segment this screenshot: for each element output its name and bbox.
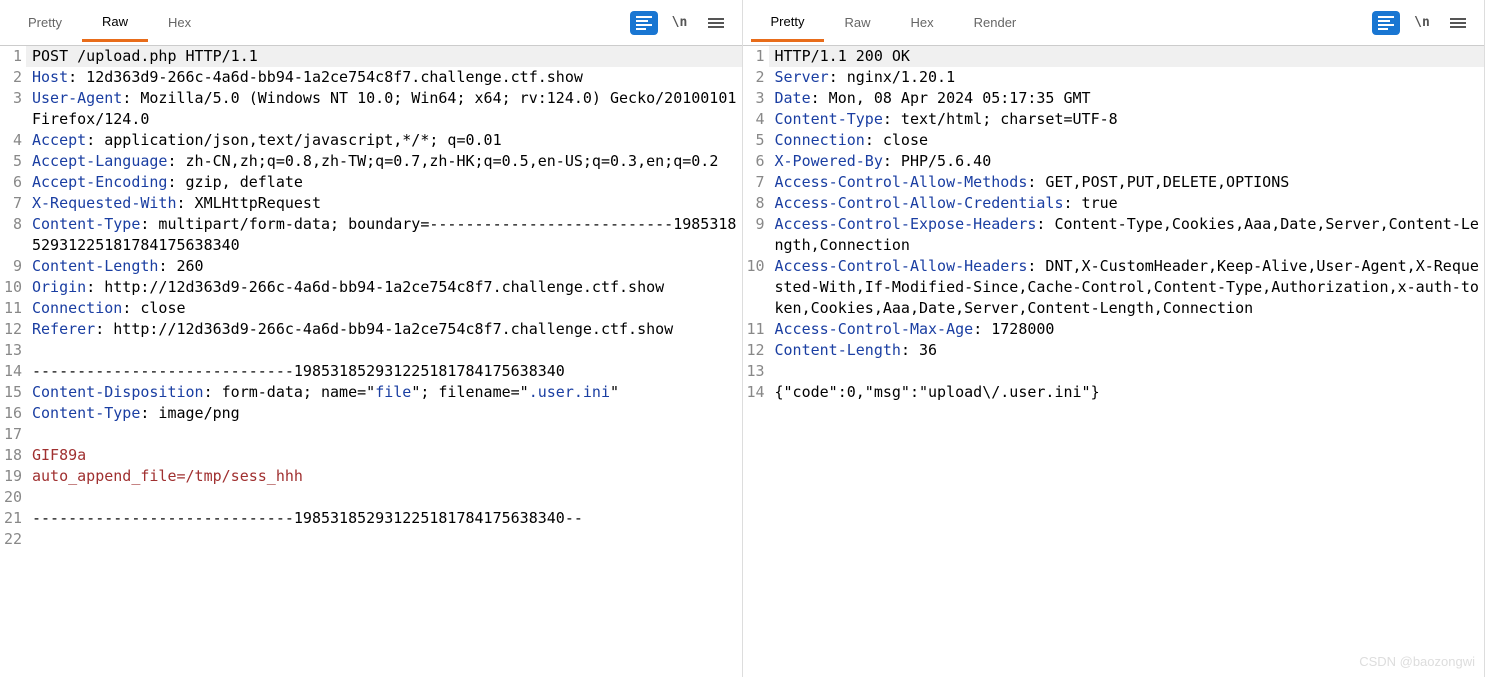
line-number: 6 [0,172,26,193]
line-number: 5 [743,130,769,151]
code-line: Content-Disposition: form-data; name="fi… [26,382,742,403]
line-number: 20 [0,487,26,508]
menu-icon[interactable] [702,11,730,35]
line-number: 19 [0,466,26,487]
tab-raw[interactable]: Raw [82,4,148,42]
code-line: Date: Mon, 08 Apr 2024 05:17:35 GMT [769,88,1485,109]
line-number: 15 [0,382,26,403]
tab-render[interactable]: Render [954,5,1037,40]
code-line: -----------------------------19853185293… [26,508,742,529]
tab-pretty[interactable]: Pretty [8,5,82,40]
line-number: 16 [0,403,26,424]
tab-raw[interactable]: Raw [824,5,890,40]
code-line: Content-Type: multipart/form-data; bound… [26,214,742,256]
response-gutter: 123456789 10 11121314 [743,46,769,677]
menu-icon[interactable] [1444,11,1472,35]
code-line: Content-Type: image/png [26,403,742,424]
code-line: User-Agent: Mozilla/5.0 (Windows NT 10.0… [26,88,742,130]
code-line: POST /upload.php HTTP/1.1 [26,46,742,67]
line-number: 2 [743,67,769,88]
response-code: 123456789 10 11121314 HTTP/1.1 200 OKSer… [743,46,1485,677]
code-line: Connection: close [769,130,1485,151]
line-number: 3 [0,88,26,109]
format-icon[interactable] [630,11,658,35]
code-line: Access-Control-Allow-Headers: DNT,X-Cust… [769,256,1485,319]
code-line: Access-Control-Max-Age: 1728000 [769,319,1485,340]
line-number: 10 [0,277,26,298]
line-number: 2 [0,67,26,88]
code-line: Origin: http://12d363d9-266c-4a6d-bb94-1… [26,277,742,298]
code-line [26,529,742,550]
line-number: 11 [0,298,26,319]
line-number: 11 [743,319,769,340]
response-lines[interactable]: HTTP/1.1 200 OKServer: nginx/1.20.1Date:… [769,46,1485,677]
line-number: 7 [0,193,26,214]
code-line: -----------------------------19853185293… [26,361,742,382]
tab-hex[interactable]: Hex [890,5,953,40]
response-tabs: PrettyRawHexRender \n [743,0,1485,46]
request-gutter: 123 45678 910111213141516171819202122 [0,46,26,677]
code-line [26,424,742,445]
line-number: 12 [0,319,26,340]
code-line: Access-Control-Expose-Headers: Content-T… [769,214,1485,256]
request-lines[interactable]: POST /upload.php HTTP/1.1Host: 12d363d9-… [26,46,742,677]
line-number: 4 [0,130,26,151]
line-number: 22 [0,529,26,550]
tab-hex[interactable]: Hex [148,5,211,40]
code-line: Accept: application/json,text/javascript… [26,130,742,151]
line-number: 3 [743,88,769,109]
code-line: Referer: http://12d363d9-266c-4a6d-bb94-… [26,319,742,340]
line-number: 13 [743,361,769,382]
line-number: 14 [0,361,26,382]
line-number: 1 [0,46,26,67]
format-icon[interactable] [1372,11,1400,35]
code-line: GIF89a [26,445,742,466]
code-line: Access-Control-Allow-Credentials: true [769,193,1485,214]
code-line: Accept-Encoding: gzip, deflate [26,172,742,193]
line-number: 12 [743,340,769,361]
code-line: Server: nginx/1.20.1 [769,67,1485,88]
line-number: 17 [0,424,26,445]
line-number: 4 [743,109,769,130]
line-number: 8 [743,193,769,214]
line-number: 13 [0,340,26,361]
newline-icon[interactable]: \n [1408,11,1436,35]
code-line: HTTP/1.1 200 OK [769,46,1485,67]
code-line: Content-Length: 260 [26,256,742,277]
code-line: Accept-Language: zh-CN,zh;q=0.8,zh-TW;q=… [26,151,742,172]
tab-pretty[interactable]: Pretty [751,4,825,42]
line-number: 8 [0,214,26,235]
code-line: auto_append_file=/tmp/sess_hhh [26,466,742,487]
code-line: X-Requested-With: XMLHttpRequest [26,193,742,214]
line-number: 9 [743,214,769,235]
code-line [769,361,1485,382]
line-number: 6 [743,151,769,172]
request-code: 123 45678 910111213141516171819202122 PO… [0,46,742,677]
code-line: Host: 12d363d9-266c-4a6d-bb94-1a2ce754c8… [26,67,742,88]
response-panel: PrettyRawHexRender\n 123456789 10 111213… [743,0,1485,677]
newline-icon[interactable]: \n [666,11,694,35]
line-number: 21 [0,508,26,529]
code-line: Content-Length: 36 [769,340,1485,361]
code-line: X-Powered-By: PHP/5.6.40 [769,151,1485,172]
line-number: 9 [0,256,26,277]
line-number: 10 [743,256,769,277]
line-number: 1 [743,46,769,67]
code-line: Content-Type: text/html; charset=UTF-8 [769,109,1485,130]
code-line: {"code":0,"msg":"upload\/.user.ini"} [769,382,1485,403]
code-line: Connection: close [26,298,742,319]
watermark: CSDN @baozongwi [1359,654,1475,669]
line-number: 14 [743,382,769,403]
code-line: Access-Control-Allow-Methods: GET,POST,P… [769,172,1485,193]
code-line [26,487,742,508]
request-tabs: PrettyRawHex \n [0,0,742,46]
code-line [26,340,742,361]
line-number: 7 [743,172,769,193]
line-number: 5 [0,151,26,172]
request-panel: PrettyRawHex\n 123 45678 910111213141516… [0,0,743,677]
line-number: 18 [0,445,26,466]
